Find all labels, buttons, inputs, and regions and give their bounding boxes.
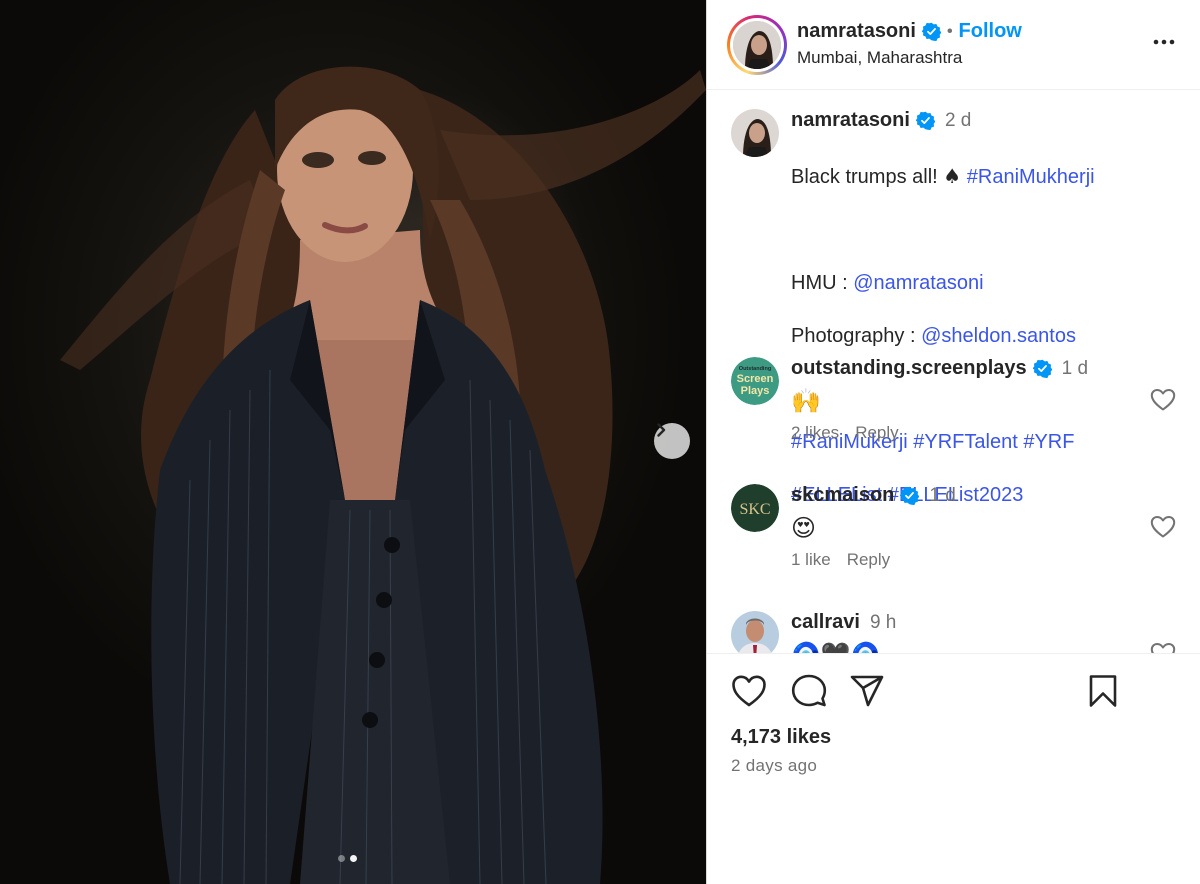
spade-emoji: ♠ [943,163,962,188]
hmu-label: HMU : [791,271,854,294]
verified-badge-icon [921,22,941,41]
comments-list[interactable]: namratasoni 2 d Black trumps all! ♠ #Ran… [707,91,1200,653]
reply-button[interactable]: Reply [855,423,898,443]
mention-link[interactable]: @namratasoni [853,272,983,294]
commenter-avatar[interactable]: SKC [731,484,779,532]
like-button[interactable] [731,674,767,713]
comment-time[interactable]: 9 h [870,612,896,634]
caption-text: Black trumps all! ♠ #RaniMukherji HMU : … [791,136,1095,535]
logo-text-3: Plays [741,385,770,397]
heart-outline-icon [1150,643,1176,653]
carousel-dot-active [350,855,357,862]
comment-text: 🙌 [791,387,821,415]
more-horizontal-icon [1153,39,1175,45]
logo-text-2: Screen [737,373,774,385]
author-avatar[interactable] [727,15,787,75]
verified-badge-icon [1032,359,1052,378]
comment-likes[interactable]: 1 like [791,550,831,570]
caption-block: namratasoni 2 d Black trumps all! ♠ #Ran… [731,109,1182,506]
mention-link[interactable]: @sheldon.santos [921,325,1076,347]
separator-dot: • [946,22,953,40]
reply-button[interactable]: Reply [847,550,890,570]
carousel-next-button[interactable] [654,423,690,459]
post-location[interactable]: Mumbai, Maharashtra [797,48,962,68]
verified-badge-icon [900,486,920,505]
heart-outline-icon [1150,516,1176,538]
logo-text: SKC [739,501,770,518]
follow-button[interactable]: Follow [959,20,1022,43]
post-side-panel: namratasoni • Follow Mumbai, Maharashtra [706,0,1200,884]
carousel-indicator [338,855,357,862]
comment-text: 😍 [791,514,817,542]
commenter-username[interactable]: skcmaison [791,484,894,507]
avatar-portrait [733,21,781,69]
skc-logo: SKC [731,484,779,532]
author-username[interactable]: namratasoni [797,20,916,43]
heart-icon [732,675,766,707]
comment-item: Outstanding Screen Plays outstanding.scr… [731,357,1182,457]
like-comment-button[interactable] [1150,388,1176,417]
post-photo[interactable] [0,0,706,884]
avatar-portrait [731,109,779,157]
chevron-right-icon [657,423,666,437]
verified-badge-icon [915,111,935,130]
avatar-portrait [731,611,779,653]
portrait-illustration [60,66,706,884]
post-timestamp[interactable]: 2 days ago [731,756,817,776]
like-comment-button[interactable] [1150,515,1176,544]
commenter-avatar[interactable]: Outstanding Screen Plays [731,357,779,405]
comment-button[interactable] [791,674,827,713]
comment-item: callravi 9 h 🧿🖤🧿 [731,611,1182,653]
screenplays-logo: Outstanding Screen Plays [731,357,779,405]
more-options-button[interactable] [1152,30,1176,59]
bookmark-icon [1089,675,1117,707]
logo-text-1: Outstanding [739,366,771,372]
post-actions: 4,173 likes 2 days ago [707,653,1200,884]
comment-text: 🧿🖤🧿 [791,641,881,653]
heart-outline-icon [1150,389,1176,411]
post-likes-count[interactable]: 4,173 likes [731,726,831,749]
caption-line1: Black trumps all! [791,165,944,188]
commenter-username[interactable]: callravi [791,611,860,634]
comment-item: SKC skcmaison 1 d 😍 1 like Reply [731,484,1182,584]
like-comment-button[interactable] [1150,642,1176,653]
save-button[interactable] [1087,674,1119,713]
caption-avatar[interactable] [731,109,779,157]
comment-time[interactable]: 1 d [1062,358,1088,380]
comment-time[interactable]: 1 d [929,485,955,507]
caption-username[interactable]: namratasoni [791,109,910,132]
commenter-username[interactable]: outstanding.screenplays [791,357,1027,380]
paper-plane-icon [850,675,884,707]
comment-likes[interactable]: 2 likes [791,423,839,443]
share-button[interactable] [849,674,885,713]
caption-time[interactable]: 2 d [945,110,971,132]
hashtag-link[interactable]: #RaniMukherji [967,166,1095,188]
commenter-avatar[interactable] [731,611,779,653]
carousel-dot [338,855,345,862]
photography-label: Photography : [791,324,922,347]
speech-bubble-icon [791,674,827,707]
post-header: namratasoni • Follow Mumbai, Maharashtra [707,0,1200,90]
